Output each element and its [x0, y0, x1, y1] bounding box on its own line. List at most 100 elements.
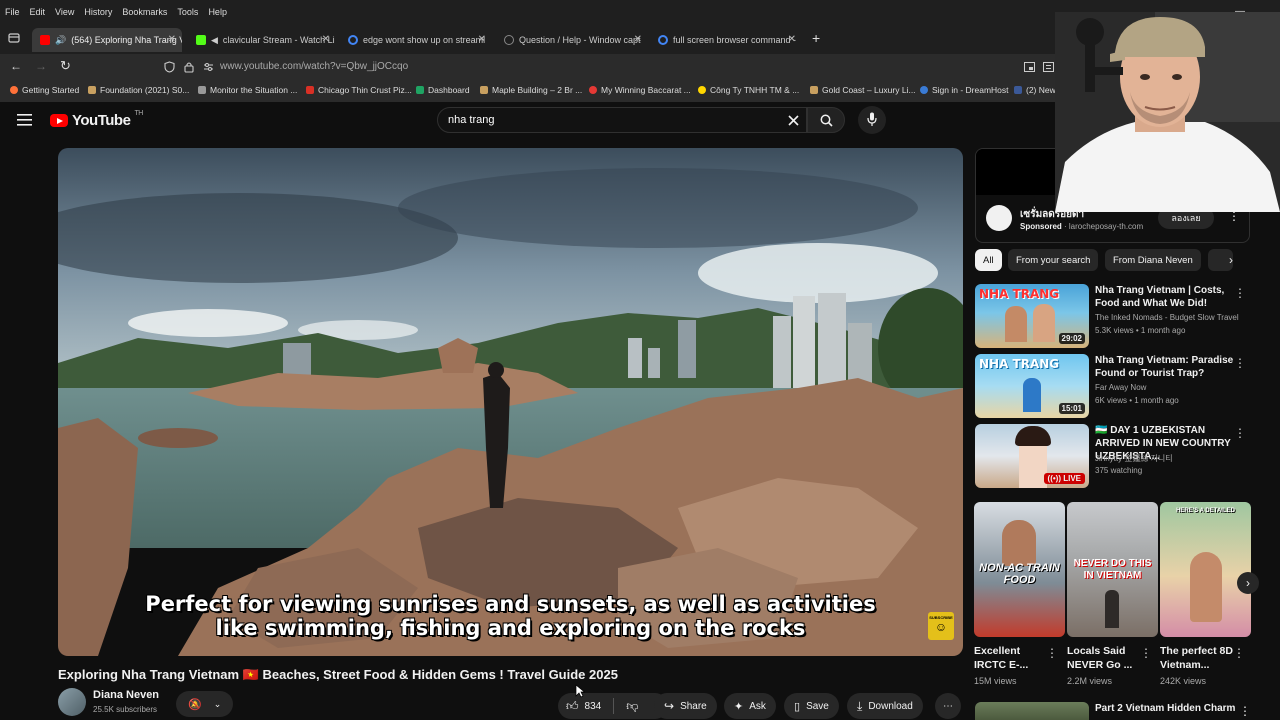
youtube-play-icon — [50, 114, 68, 127]
new-tab-icon[interactable]: + — [812, 30, 820, 46]
bookmark-item[interactable]: My Winning Baccarat ... — [589, 85, 691, 95]
bookmark-item[interactable]: Gold Coast – Luxury Li... — [810, 85, 916, 95]
forward-icon[interactable]: → — [35, 59, 47, 73]
more-vertical-icon[interactable]: ⋮ — [1140, 646, 1152, 660]
menu-help[interactable]: Help — [203, 7, 232, 17]
menu-history[interactable]: History — [79, 7, 117, 17]
recommendation-channel[interactable]: Jinnytty 金鍾絲 지니티 — [1095, 453, 1240, 464]
subscribe-badge[interactable]: SUBSCRIBE ☺ — [928, 612, 954, 640]
video-thumbnail[interactable] — [975, 702, 1089, 720]
bookmark-item[interactable]: Sign in - DreamHost — [920, 85, 1009, 95]
hamburger-menu-icon[interactable] — [17, 114, 32, 126]
firefox-icon — [10, 86, 18, 94]
shorts-next-button[interactable]: › — [1237, 572, 1259, 594]
youtube-logo[interactable]: YouTube TH — [50, 110, 143, 129]
tab-google-edge[interactable]: edge wont show up on streaml ✕ — [340, 28, 492, 52]
bookmark-item[interactable]: Getting Started — [10, 85, 79, 95]
share-button[interactable]: ↪ Share — [654, 693, 717, 719]
search-button[interactable] — [807, 107, 845, 133]
chip-from-channel[interactable]: From Diana Neven — [1105, 249, 1201, 271]
search-input[interactable] — [448, 114, 748, 126]
bookmark-item[interactable]: Monitor the Situation ... — [198, 85, 297, 95]
channel-avatar[interactable] — [58, 688, 86, 716]
lock-icon[interactable] — [184, 61, 194, 73]
close-tab-icon[interactable]: ✕ — [634, 34, 642, 45]
tab-overview-icon[interactable] — [8, 32, 20, 44]
tab-label: edge wont show up on streaml — [363, 35, 486, 45]
more-vertical-icon[interactable]: ⋮ — [1234, 286, 1246, 300]
ad-meta: Sponsored · larocheposay-th.com — [1020, 222, 1144, 231]
ask-button[interactable]: ✦ Ask — [724, 693, 776, 719]
voice-search-button[interactable] — [858, 106, 886, 134]
bookmark-item[interactable]: Maple Building – 2 Br ... — [480, 85, 582, 95]
url-field[interactable]: www.youtube.com/watch?v=Qbw_jjOCcqo — [220, 61, 408, 72]
subscriber-count: 25.5K subscribers — [93, 705, 158, 714]
close-tab-icon[interactable]: ✕ — [788, 34, 796, 45]
video-thumbnail[interactable]: NHA TRANG 29:02 — [975, 284, 1089, 348]
video-player[interactable]: Perfect for viewing sunrises and sunsets… — [58, 148, 963, 656]
bookmark-item[interactable]: Dashboard — [416, 85, 470, 95]
menu-view[interactable]: View — [50, 7, 79, 17]
tab-youtube[interactable]: 🔊 (564) Exploring Nha Trang V ✕ — [32, 28, 182, 52]
thumb-text: NEVER DO THIS IN VIETNAM — [1073, 558, 1152, 581]
chip-all[interactable]: All — [975, 249, 1002, 271]
short-thumbnail[interactable]: HERE'S A DETAILED — [1160, 502, 1251, 637]
bookmark-item[interactable]: Chicago Thin Crust Piz... — [306, 85, 412, 95]
tab-obs-question[interactable]: Question / Help - Window capt ✕ — [496, 28, 648, 52]
close-tab-icon[interactable]: ✕ — [478, 34, 486, 45]
recommendation-item[interactable]: ((•)) LIVE 🇺🇿 DAY 1 UZBEKISTAN ARRIVED I… — [975, 424, 1250, 488]
channel-name[interactable]: Diana Neven — [93, 689, 159, 701]
menu-bookmarks[interactable]: Bookmarks — [117, 7, 172, 17]
bookmark-item[interactable]: Công Ty TNHH TM & ... — [698, 85, 799, 95]
menu-edit[interactable]: Edit — [25, 7, 51, 17]
permissions-icon[interactable] — [203, 62, 214, 72]
menu-tools[interactable]: Tools — [172, 7, 203, 17]
mouse-cursor-icon — [575, 684, 585, 698]
thumb-hair — [1015, 426, 1051, 446]
reload-icon[interactable]: ↻ — [60, 58, 71, 74]
thumb-text: NON-AC TRAIN FOOD — [979, 562, 1060, 586]
shield-icon[interactable] — [164, 61, 175, 73]
more-vertical-icon[interactable]: ⋮ — [1046, 646, 1058, 660]
video-thumbnail[interactable]: NHA TRANG 15:01 — [975, 354, 1089, 418]
short-thumbnail[interactable]: NEVER DO THIS IN VIETNAM — [1067, 502, 1158, 637]
dislike-button[interactable]: 👎︎ — [626, 699, 638, 714]
more-vertical-icon[interactable]: ⋮ — [1233, 646, 1245, 660]
recommendation-item[interactable]: NHA TRANG 15:01 Nha Trang Vietnam: Parad… — [975, 354, 1250, 418]
webcam-person-image — [1055, 12, 1280, 212]
kick-favicon-icon — [196, 35, 206, 45]
save-icon: ▯ — [794, 700, 801, 713]
recommendation-item[interactable]: NHA TRANG 29:02 Nha Trang Vietnam | Cost… — [975, 284, 1250, 348]
picture-in-picture-icon[interactable] — [1024, 62, 1035, 72]
subscribed-button[interactable]: 🔕 ⌄ — [176, 691, 234, 717]
chevron-right-icon[interactable]: › — [1229, 253, 1233, 267]
like-button[interactable]: 👍︎ 834 — [566, 699, 601, 714]
tab-google-fullscreen[interactable]: full screen browser command - ✕ — [650, 28, 802, 52]
short-thumbnail[interactable]: NON-AC TRAIN FOOD — [974, 502, 1065, 637]
close-tab-icon[interactable]: ✕ — [322, 34, 330, 45]
recommendation-channel[interactable]: The Inked Nomads - Budget Slow Travel ..… — [1095, 313, 1240, 322]
video-caption: Perfect for viewing sunrises and sunsets… — [58, 592, 963, 640]
save-button[interactable]: ▯ Save — [784, 693, 839, 719]
chip-from-your-search[interactable]: From your search — [1008, 249, 1099, 271]
thumb-person — [1190, 552, 1222, 622]
download-label: Download — [868, 700, 913, 712]
reader-view-icon[interactable] — [1043, 62, 1054, 72]
back-icon[interactable]: ← — [10, 59, 22, 73]
tab-kick-stream[interactable]: ◀ clavicular Stream - Watch Li ✕ — [188, 28, 336, 52]
download-button[interactable]: ⤓ Download — [847, 693, 923, 719]
close-tab-icon[interactable]: ✕ — [168, 34, 176, 45]
recommendation-channel[interactable]: Far Away Now — [1095, 383, 1240, 392]
more-vertical-icon[interactable]: ⋮ — [1234, 356, 1246, 370]
more-vertical-icon[interactable]: ⋮ — [1234, 426, 1246, 440]
short-views: 15M views — [974, 676, 1017, 686]
bookmark-item[interactable]: Foundation (2021) S0... — [88, 85, 189, 95]
video-thumbnail[interactable]: ((•)) LIVE — [975, 424, 1089, 488]
clear-search-icon[interactable] — [788, 115, 799, 126]
menu-file[interactable]: File — [0, 7, 25, 17]
webcam-overlay — [1055, 12, 1280, 212]
more-actions-button[interactable]: ⋯ — [935, 693, 961, 719]
thumb-text: HERE'S A DETAILED — [1176, 508, 1235, 514]
advertiser-logo — [986, 205, 1012, 231]
more-vertical-icon[interactable]: ⋮ — [1239, 704, 1251, 718]
